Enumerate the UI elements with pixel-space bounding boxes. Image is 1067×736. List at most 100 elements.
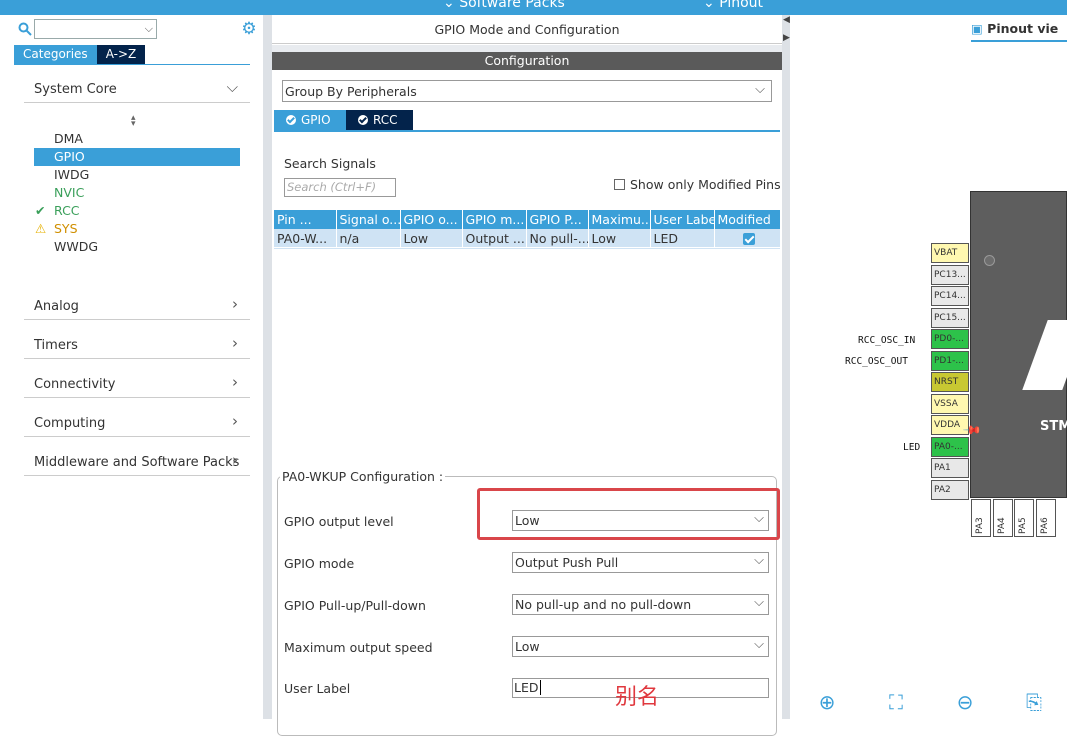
column-header-gpio-mode[interactable]: GPIO m... [462,210,527,229]
chevron-down-icon: ⌵ [755,82,765,97]
warning-icon: ⚠ [35,221,47,236]
checked-checkbox-icon[interactable] [742,233,755,245]
search-combo[interactable]: ⌵ [34,19,157,39]
table-header-row: Pin ... Signal o... GPIO o... GPIO m... … [274,210,781,229]
pin-left-0[interactable]: VBAT [931,243,969,263]
collapse-icon[interactable]: ◀ [783,15,790,25]
panel-title: GPIO Mode and Configuration [272,15,782,44]
column-header-signal[interactable]: Signal o... [336,210,401,229]
checkbox[interactable] [614,179,625,190]
section-system-core[interactable]: System Core ⌵ [24,78,250,103]
show-modified-checkbox[interactable]: Show only Modified Pins [614,177,781,192]
splitter-left[interactable] [263,15,272,719]
pin-bottom-label: PA4 [996,517,1007,534]
section-computing[interactable]: Computing › [24,412,250,437]
column-header-user-label[interactable]: User Label [650,210,715,229]
pin-bottom-1[interactable]: PA4 [992,499,1013,537]
section-timers[interactable]: Timers › [24,334,250,359]
table-divider [274,248,780,249]
top-menu-bar: ⌄ Software Packs ⌄ Pinout [0,0,1067,15]
search-signals-input[interactable]: Search (Ctrl+F) [284,178,396,197]
chevron-right-icon: › [232,412,238,430]
speed-select[interactable]: Low ⌵ [512,636,769,657]
sidebar-item-sys[interactable]: ⚠ SYS [34,220,240,238]
sidebar-item-gpio[interactable]: GPIO [34,148,240,166]
pin-bottom-0[interactable]: PA3 [971,499,991,537]
cell-speed: Low [588,229,651,247]
signal-label-osc-out: RCC_OSC_OUT [845,356,908,367]
pin-left-10[interactable]: PA1 [931,458,969,478]
pin-left-1[interactable]: PC13... [931,264,969,285]
column-header-pin[interactable]: Pin ... [274,210,337,229]
search-icon [18,22,32,36]
sidebar-item-rcc[interactable]: ✔ RCC [34,202,240,220]
column-header-gpio-pull[interactable]: GPIO P... [526,210,589,229]
zoom-in-icon[interactable]: ⊕ [816,691,838,713]
pin-left-3[interactable]: PC15... [931,307,969,328]
tab-a-z[interactable]: A->Z [96,45,146,64]
sidebar-item-wwdg[interactable]: WWDG [34,238,240,256]
pin-left-11[interactable]: PA2 [931,479,969,500]
pin-left-9[interactable]: PA0-... [931,436,969,457]
gpio-mode-select[interactable]: Output Push Pull ⌵ [512,552,769,573]
tab-rcc[interactable]: RCC [346,110,413,130]
chevron-right-icon: › [232,373,238,391]
chevron-down-icon: ⌵ [144,22,153,35]
pin-left-5[interactable]: PD1-... [931,350,969,371]
tab-pinout-view[interactable]: ▣ Pinout vie [971,21,1058,36]
pin-bottom-3[interactable]: PA6 [1035,499,1056,537]
pull-select[interactable]: No pull-up and no pull-down ⌵ [512,594,769,615]
cell-user-label: LED [650,229,715,247]
chevron-right-icon: › [232,451,238,469]
tab-gpio[interactable]: GPIO [274,110,346,130]
check-circle-icon [358,115,368,125]
pin-left-6[interactable]: NRST [931,372,969,392]
pull-label: GPIO Pull-up/Pull-down [284,598,426,613]
left-panel: ⌵ ⚙ Categories A->Z System Core ⌵ ▴ ▾ DMA … [0,15,263,719]
chevron-right-icon: › [232,295,238,313]
output-level-label: GPIO output level [284,514,394,529]
cell-output-level: Low [400,229,463,247]
chevron-right-icon: › [232,334,238,352]
cell-modified[interactable] [714,229,781,247]
column-header-max-speed[interactable]: Maximu... [588,210,651,229]
pin-left-7[interactable]: VSSA [931,393,969,414]
sidebar-item-iwdg[interactable]: IWDG [34,166,240,184]
pin-left-8[interactable]: VDDA [931,415,969,435]
export-icon[interactable]: ⎘ [1023,691,1045,713]
zoom-out-icon[interactable]: ⊖ [954,691,976,713]
splitter-right[interactable]: ◀ ▶ [782,15,790,719]
tab-underline [971,40,1067,42]
table-row[interactable]: PA0-W... n/a Low Output ... No pull-... … [274,229,781,247]
section-connectivity[interactable]: Connectivity › [24,373,250,398]
signal-label-led: LED [903,442,921,453]
pin-bottom-label: PA6 [1039,517,1050,534]
pin-bottom-label: PA5 [1018,517,1028,534]
section-analog[interactable]: Analog › [24,295,250,320]
pinout-menu[interactable]: ⌄ Pinout [703,0,763,11]
sort-icon[interactable]: ▴ ▾ [131,114,136,129]
pin-left-4[interactable]: PD0-... [931,329,969,349]
tab-underline [274,130,780,132]
sidebar-item-nvic[interactable]: NVIC [34,184,240,202]
expand-icon[interactable]: ▶ [783,33,790,43]
pin-bottom-2[interactable]: PA5 [1014,499,1034,537]
chip-icon: ▣ [971,21,983,36]
cell-mode: Output ... [462,229,527,247]
highlight-box [477,488,780,540]
column-header-modified[interactable]: Modified [714,210,781,229]
configuration-bar: Configuration [272,52,782,70]
speed-label: Maximum output speed [284,640,433,655]
sidebar-item-dma[interactable]: DMA [34,130,240,148]
section-middleware[interactable]: Middleware and Software Packs › [24,451,250,476]
fit-screen-icon[interactable]: ⛶ [885,691,907,713]
column-header-gpio-output[interactable]: GPIO o... [400,210,463,229]
group-by-select[interactable]: Group By Peripherals ⌵ [282,80,772,102]
gear-icon[interactable]: ⚙ [240,20,258,38]
gpio-mode-label: GPIO mode [284,556,355,571]
pin-left-2[interactable]: PC14... [931,286,969,306]
divider [272,45,782,52]
software-packs-menu[interactable]: ⌄ Software Packs [443,0,565,11]
cell-signal: n/a [336,229,401,247]
tab-categories[interactable]: Categories [14,45,97,64]
